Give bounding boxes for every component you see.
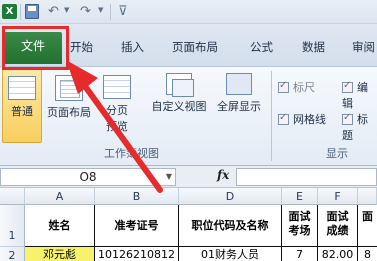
column-header-a[interactable]: A: [25, 188, 95, 205]
excel-icon[interactable]: X: [2, 4, 17, 19]
page-break-preview-label-2: 预览: [106, 120, 128, 133]
insert-function-icon[interactable]: fx: [217, 168, 229, 182]
custom-views-label: 自定义视图: [151, 100, 207, 113]
save-icon[interactable]: [25, 4, 39, 19]
cell-g1[interactable]: 面: [358, 205, 377, 247]
normal-view-icon: [8, 76, 36, 100]
custom-views-button[interactable]: 自定义视图: [146, 69, 212, 114]
spreadsheet-grid: A B D E F 1 2 姓名 准考证号 职位代码及名称 面试考场 面试成绩 …: [0, 188, 377, 261]
cell-e1[interactable]: 面试考场: [282, 205, 318, 247]
gridlines-label: 网格线: [293, 113, 326, 126]
group-separator: [271, 71, 272, 161]
page-layout-view-label: 页面布: [47, 106, 80, 119]
page-layout-view-label-2: 局: [80, 106, 91, 119]
gridlines-check-icon: [278, 112, 289, 125]
formula-bar: O8 ▼ fx: [0, 166, 377, 188]
page-break-preview-icon: [103, 75, 131, 99]
tab-insert[interactable]: 插入: [121, 39, 144, 55]
tab-home[interactable]: 开始: [70, 39, 93, 55]
qat-separator: [20, 4, 21, 20]
row-header-2[interactable]: 2: [0, 247, 25, 261]
cell-a2[interactable]: 邓元彪: [25, 247, 95, 261]
custom-views-icon: [166, 73, 194, 97]
formula-bar-check-icon: [342, 80, 353, 93]
show-group-label: 显示: [326, 147, 348, 160]
cell-d1[interactable]: 职位代码及名称: [179, 205, 282, 247]
page-layout-view-button[interactable]: 页面布局: [44, 69, 94, 120]
undo-icon[interactable]: ↶: [48, 4, 59, 19]
quick-access-toolbar: X ↶ ▼ ↷ ▼ ⊽: [0, 0, 377, 24]
column-header-e[interactable]: E: [282, 188, 318, 205]
cell-b2[interactable]: 10126210812: [95, 247, 179, 261]
tab-review[interactable]: 审阅: [352, 39, 375, 55]
tab-formulas[interactable]: 公式: [250, 39, 273, 55]
workbook-views-group-label: 工作簿视图: [104, 147, 159, 160]
redo-icon[interactable]: ↷: [80, 4, 91, 19]
normal-view-button[interactable]: 普通: [2, 69, 42, 143]
file-tab-highlight-box: [2, 26, 69, 70]
redo-dropdown-icon[interactable]: ▼: [98, 6, 103, 14]
cell-a1[interactable]: 姓名: [25, 205, 95, 247]
ribbon-view: 普通 页面布局 分页 预览 自定义视图 全屏显示 工作簿视图 标尺 网格线 编辑…: [0, 66, 377, 166]
column-header-d[interactable]: D: [179, 188, 282, 205]
full-screen-label: 全屏显示: [217, 100, 261, 113]
cell-f1[interactable]: 面试成绩: [318, 205, 358, 247]
full-screen-icon: [226, 73, 252, 95]
ruler-checkbox[interactable]: 标尺: [278, 79, 315, 95]
formula-bar-checkbox[interactable]: 编辑: [342, 79, 377, 111]
column-header-g[interactable]: [358, 188, 377, 205]
full-screen-button[interactable]: 全屏显示: [212, 69, 266, 114]
cell-e2[interactable]: 7: [282, 247, 318, 261]
headings-check-icon: [342, 112, 353, 125]
name-box-dropdown-icon[interactable]: ▼: [166, 169, 172, 185]
normal-view-label: 普通: [11, 105, 33, 118]
cell-d2[interactable]: 01财务人员: [179, 247, 282, 261]
select-all-corner[interactable]: [0, 188, 25, 205]
ruler-check-icon: [278, 80, 289, 93]
cell-b1[interactable]: 准考证号: [95, 205, 179, 247]
page-layout-view-icon: [55, 75, 83, 101]
customize-qat-icon[interactable]: ⊽: [118, 4, 128, 19]
tab-data[interactable]: 数据: [302, 39, 325, 55]
tab-page-layout[interactable]: 页面布局: [172, 39, 218, 55]
column-header-b[interactable]: B: [95, 188, 179, 205]
column-header-f[interactable]: F: [318, 188, 358, 205]
row-header-1[interactable]: 1: [0, 205, 25, 247]
page-break-preview-label: 分页: [106, 104, 128, 117]
name-box[interactable]: O8 ▼: [0, 168, 176, 186]
qat-separator: [110, 4, 111, 20]
undo-dropdown-icon[interactable]: ▼: [64, 6, 69, 14]
name-box-value: O8: [79, 170, 97, 184]
page-break-preview-button[interactable]: 分页 预览: [98, 69, 136, 134]
gridlines-checkbox[interactable]: 网格线: [278, 111, 326, 127]
cell-f2[interactable]: 82.00: [318, 247, 358, 261]
formula-input[interactable]: [236, 168, 377, 186]
cell-g2[interactable]: 8: [358, 247, 377, 261]
ruler-label: 标尺: [293, 81, 315, 94]
headings-checkbox[interactable]: 标题: [342, 111, 377, 143]
